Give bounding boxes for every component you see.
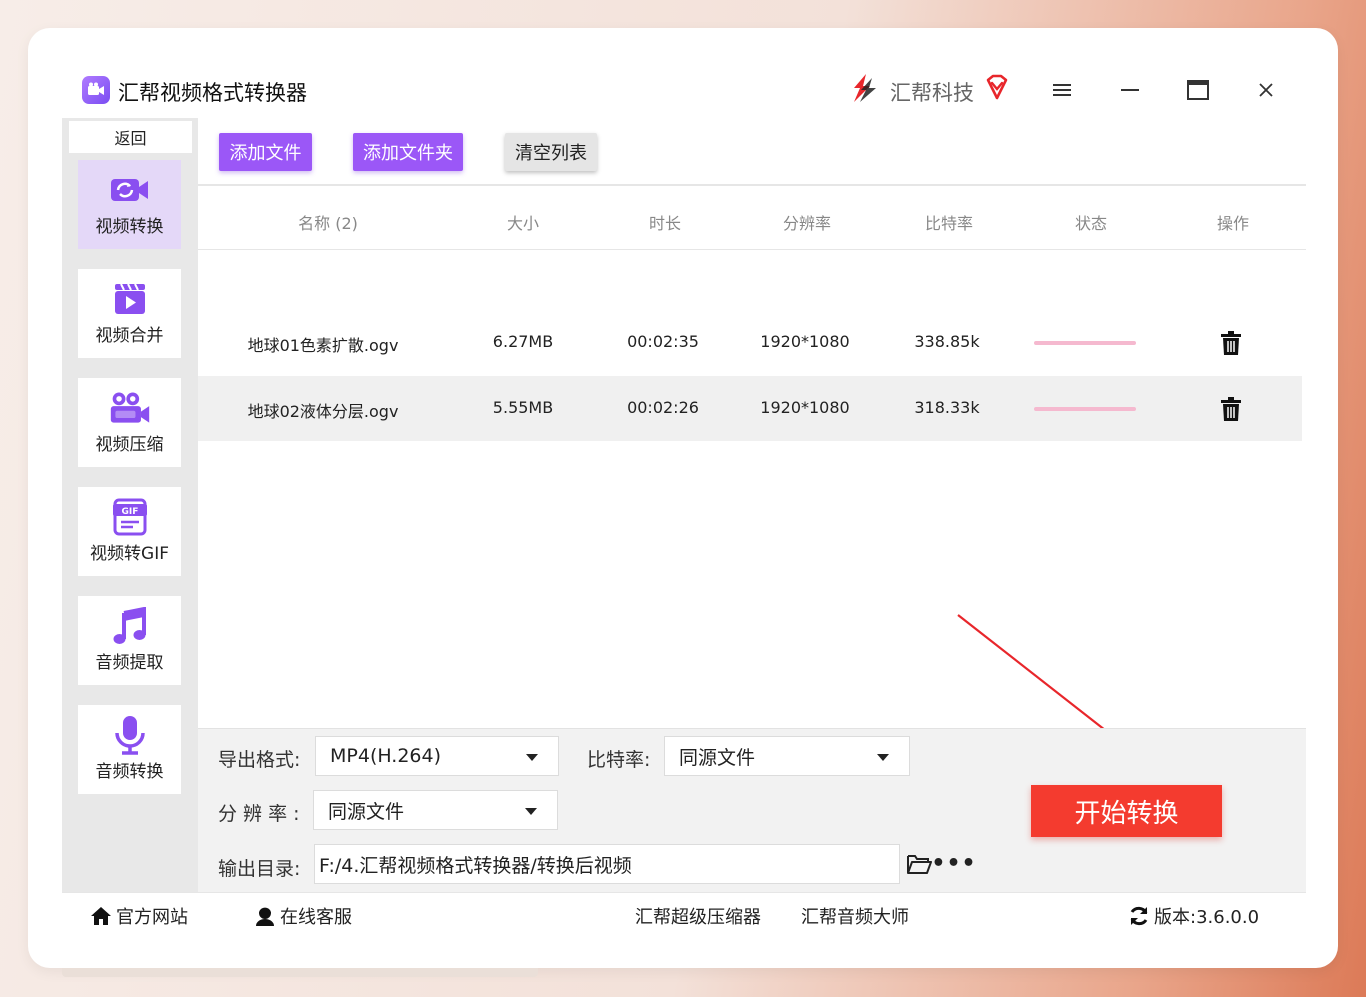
sidebar-item-video-convert[interactable]: 视频转换	[78, 160, 181, 249]
chevron-down-icon	[526, 754, 538, 761]
output-label: 输出目录:	[218, 858, 301, 880]
file-size: 5.55MB	[492, 398, 554, 417]
toolbar: 添加文件 添加文件夹 清空列表	[198, 118, 1306, 186]
column-header-name[interactable]: 名称 (2)	[258, 210, 398, 234]
column-header-bitrate[interactable]: 比特率	[909, 210, 989, 234]
video-convert-icon	[109, 172, 151, 208]
progress-bar	[1034, 341, 1136, 345]
column-header-status[interactable]: 状态	[1051, 210, 1131, 234]
table-header: 名称 (2) 大小 时长 分辨率 比特率 状态 操作	[198, 188, 1306, 250]
version-info[interactable]: 版本:3.6.0.0	[1128, 903, 1259, 929]
start-convert-button[interactable]: 开始转换	[1031, 785, 1222, 837]
video-merge-icon	[109, 281, 151, 317]
footer-bar: 官方网站 在线客服 汇帮超级压缩器 汇帮音频大师 版本:3.6.0.0	[62, 892, 1306, 936]
settings-panel: 导出格式: MP4(H.264) 比特率: 同源文件 分 辨 率 : 同源文件 …	[198, 728, 1306, 892]
home-icon	[90, 905, 112, 927]
version-label: 版本:3.6.0.0	[1154, 907, 1260, 928]
svg-text:GIF: GIF	[121, 507, 138, 517]
app-window: 汇帮视频格式转换器 汇帮科技 返回 视频转换 视频合并 视频压缩 GIF 视频转…	[62, 58, 1306, 936]
file-duration: 00:02:26	[627, 398, 699, 417]
file-resolution: 1920*1080	[760, 332, 850, 351]
sidebar-item-label: 视频转GIF	[90, 544, 169, 564]
file-resolution: 1920*1080	[760, 398, 850, 417]
bitrate-label: 比特率:	[587, 749, 651, 771]
card-shadow-strip	[62, 968, 538, 977]
online-support-link[interactable]: 在线客服	[254, 903, 352, 929]
table-row[interactable]: 地球01色素扩散.ogv 6.27MB 00:02:35 1920*1080 3…	[198, 310, 1302, 375]
official-website-label: 官方网站	[116, 907, 188, 928]
column-header-size[interactable]: 大小	[483, 210, 563, 234]
output-path-input[interactable]: F:/4.汇帮视频格式转换器/转换后视频	[314, 844, 900, 884]
vip-diamond-icon[interactable]	[984, 74, 1010, 100]
format-select[interactable]: MP4(H.264)	[315, 736, 559, 776]
chevron-down-icon	[525, 808, 537, 815]
sidebar-item-audio-convert[interactable]: 音频转换	[78, 705, 181, 794]
sidebar-item-video-compress[interactable]: 视频压缩	[78, 378, 181, 467]
column-header-duration[interactable]: 时长	[625, 210, 705, 234]
app-logo-icon	[82, 76, 110, 104]
microphone-icon	[109, 716, 151, 755]
resolution-value: 同源文件	[328, 800, 405, 823]
column-header-resolution[interactable]: 分辨率	[767, 210, 847, 234]
brand-name: 汇帮科技	[890, 81, 974, 105]
add-folder-button[interactable]: 添加文件夹	[353, 133, 463, 171]
more-options-icon[interactable]: •••	[931, 851, 975, 876]
bitrate-select[interactable]: 同源文件	[664, 736, 910, 776]
music-note-icon	[109, 607, 151, 644]
title-bar: 汇帮视频格式转换器 汇帮科技	[62, 58, 1306, 118]
sidebar-item-label: 音频提取	[95, 653, 164, 673]
sidebar-item-label: 音频转换	[95, 762, 164, 782]
video-compress-icon	[109, 390, 151, 426]
close-icon	[1259, 83, 1273, 97]
trash-icon[interactable]	[1220, 330, 1242, 356]
main-panel: 添加文件 添加文件夹 清空列表 名称 (2) 大小 时长 分辨率 比特率 状态 …	[198, 118, 1306, 892]
audio-master-link[interactable]: 汇帮音频大师	[801, 903, 909, 929]
file-name: 地球02液体分层.ogv	[247, 402, 399, 421]
refresh-icon	[1128, 905, 1150, 927]
sidebar-item-audio-extract[interactable]: 音频提取	[78, 596, 181, 685]
back-button[interactable]: 返回	[69, 121, 192, 153]
bitrate-value: 同源文件	[679, 746, 756, 769]
add-file-button[interactable]: 添加文件	[219, 133, 312, 171]
file-size: 6.27MB	[492, 332, 554, 351]
sidebar-item-label: 视频压缩	[95, 435, 164, 455]
app-title: 汇帮视频格式转换器	[118, 81, 307, 105]
file-bitrate: 338.85k	[914, 332, 980, 351]
close-button[interactable]	[1248, 72, 1284, 108]
menu-button[interactable]	[1044, 72, 1080, 108]
resolution-label: 分 辨 率 :	[218, 803, 300, 825]
sidebar-item-video-to-gif[interactable]: GIF 视频转GIF	[78, 487, 181, 576]
sidebar-item-label: 视频合并	[95, 326, 164, 346]
folder-open-icon[interactable]	[906, 852, 932, 876]
file-bitrate: 318.33k	[914, 398, 980, 417]
brand-logo-icon	[854, 74, 876, 102]
online-support-label: 在线客服	[280, 907, 352, 928]
resolution-select[interactable]: 同源文件	[313, 790, 558, 830]
gif-icon: GIF	[109, 498, 151, 536]
maximize-button[interactable]	[1180, 72, 1216, 108]
maximize-icon	[1187, 80, 1209, 100]
customer-service-icon	[254, 905, 276, 927]
table-row[interactable]: 地球02液体分层.ogv 5.55MB 00:02:26 1920*1080 3…	[198, 376, 1302, 441]
minimize-button[interactable]	[1112, 72, 1148, 108]
column-header-actions[interactable]: 操作	[1193, 210, 1273, 234]
file-duration: 00:02:35	[627, 332, 699, 351]
super-compressor-link[interactable]: 汇帮超级压缩器	[635, 903, 761, 929]
official-website-link[interactable]: 官方网站	[90, 903, 188, 929]
format-value: MP4(H.264)	[330, 745, 442, 767]
file-name: 地球01色素扩散.ogv	[247, 336, 399, 355]
format-label: 导出格式:	[218, 749, 301, 771]
minimize-icon	[1121, 89, 1139, 91]
clear-list-button[interactable]: 清空列表	[505, 133, 597, 171]
sidebar: 返回 视频转换 视频合并 视频压缩 GIF 视频转GIF 音频提取 音频转换	[62, 118, 198, 892]
hamburger-icon	[1053, 84, 1071, 96]
chevron-down-icon	[877, 754, 889, 761]
sidebar-item-video-merge[interactable]: 视频合并	[78, 269, 181, 358]
progress-bar	[1034, 407, 1136, 411]
trash-icon[interactable]	[1220, 396, 1242, 422]
sidebar-item-label: 视频转换	[95, 217, 164, 237]
